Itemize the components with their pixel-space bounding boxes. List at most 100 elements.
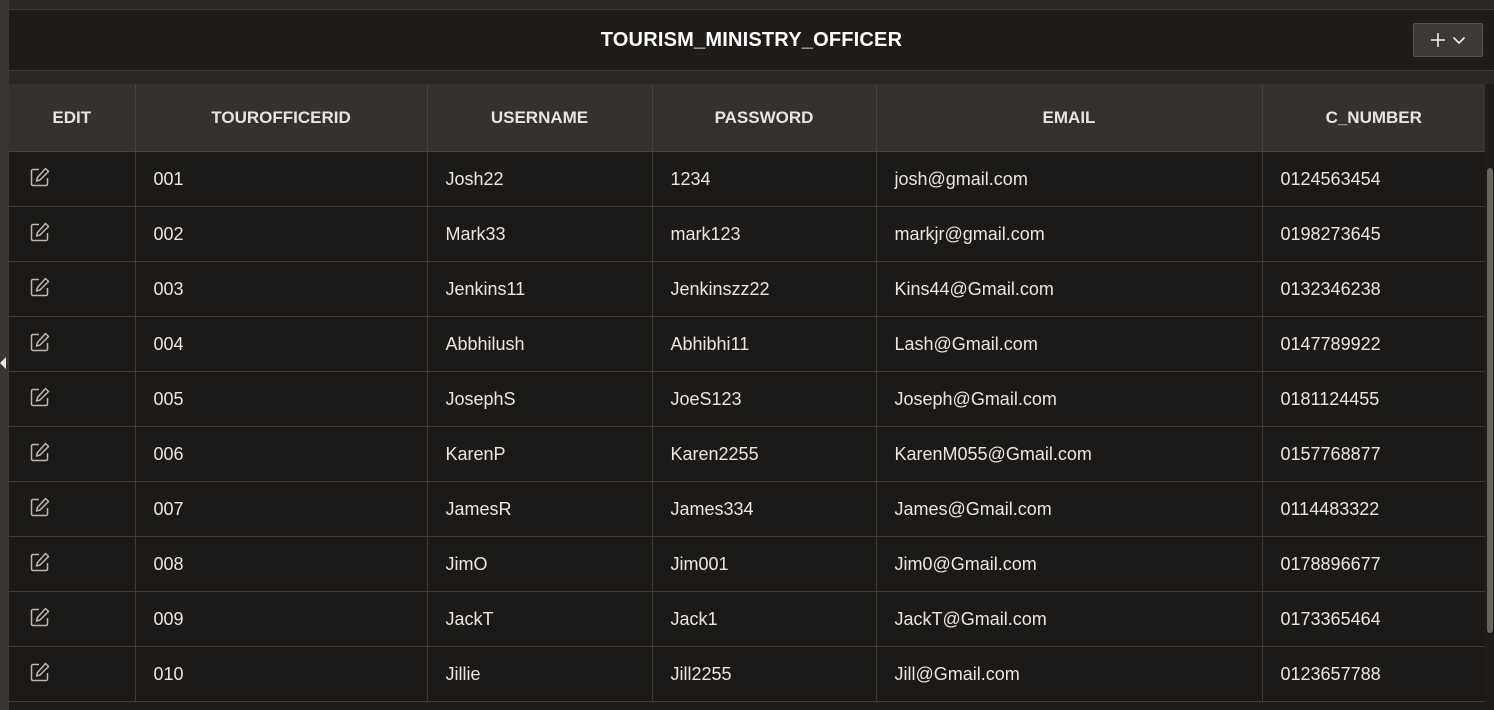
edit-icon[interactable]: [29, 606, 51, 628]
c-number-cell: 0181124455: [1262, 371, 1485, 427]
column-header-username[interactable]: USERNAME: [427, 84, 653, 152]
password-cell: James334: [652, 481, 877, 537]
edit-cell: [9, 206, 136, 262]
password-cell: Abhibhi11: [652, 316, 877, 372]
password-cell: Karen2255: [652, 426, 877, 482]
username-cell: JamesR: [427, 481, 653, 537]
edit-cell: [9, 646, 136, 702]
column-header-email[interactable]: EMAIL: [876, 84, 1263, 152]
edit-cell: [9, 536, 136, 592]
add-row-menu-button[interactable]: [1413, 23, 1483, 57]
tourofficerid-cell: 002: [135, 206, 428, 262]
officer-table: EDIT TOUROFFICERID USERNAME PASSWORD EMAIL C_…: [9, 84, 1485, 702]
table-row: 005 JosephS JoeS123 Joseph@Gmail.com 0181124…: [9, 371, 1485, 427]
tourofficerid-cell: 001: [135, 151, 428, 207]
c-number-cell: 0123657788: [1262, 646, 1485, 702]
username-cell: KarenP: [427, 426, 653, 482]
table-row: 003 Jenkins11 Jenkinszz22 Kins44@Gmail.com 0…: [9, 261, 1485, 317]
column-header-tourofficerid[interactable]: TOUROFFICERID: [135, 84, 428, 152]
edit-icon[interactable]: [29, 331, 51, 353]
edit-icon[interactable]: [29, 221, 51, 243]
table-header-row: EDIT TOUROFFICERID USERNAME PASSWORD EMAIL C_…: [9, 84, 1485, 152]
email-cell: Lash@Gmail.com: [876, 316, 1263, 372]
tourofficerid-cell: 003: [135, 261, 428, 317]
c-number-cell: 0124563454: [1262, 151, 1485, 207]
edit-cell: [9, 426, 136, 482]
password-cell: mark123: [652, 206, 877, 262]
username-cell: Jillie: [427, 646, 653, 702]
app-window: TOURISM_MINISTRY_OFFICER EDIT TOUROFFICE…: [0, 0, 1494, 710]
tourofficerid-cell: 007: [135, 481, 428, 537]
password-cell: Jack1: [652, 591, 877, 647]
edit-icon[interactable]: [29, 441, 51, 463]
c-number-cell: 0147789922: [1262, 316, 1485, 372]
email-cell: JackT@Gmail.com: [876, 591, 1263, 647]
table-row: 007 JamesR James334 James@Gmail.com 01144833…: [9, 481, 1485, 537]
edit-icon[interactable]: [29, 386, 51, 408]
username-cell: Jenkins11: [427, 261, 653, 317]
edit-cell: [9, 151, 136, 207]
tourofficerid-cell: 004: [135, 316, 428, 372]
username-cell: JimO: [427, 536, 653, 592]
email-cell: Joseph@Gmail.com: [876, 371, 1263, 427]
c-number-cell: 0157768877: [1262, 426, 1485, 482]
c-number-cell: 0198273645: [1262, 206, 1485, 262]
email-cell: Jim0@Gmail.com: [876, 536, 1263, 592]
region-header: TOURISM_MINISTRY_OFFICER: [9, 10, 1494, 71]
plus-icon: [1431, 33, 1445, 47]
table-row: 006 KarenP Karen2255 KarenM055@Gmail.com 015…: [9, 426, 1485, 482]
edit-cell: [9, 371, 136, 427]
table-row: 008 JimO Jim001 Jim0@Gmail.com 0178896677: [9, 536, 1485, 592]
c-number-cell: 0132346238: [1262, 261, 1485, 317]
email-cell: markjr@gmail.com: [876, 206, 1263, 262]
password-cell: Jim001: [652, 536, 877, 592]
edit-icon[interactable]: [29, 496, 51, 518]
column-header-c-number[interactable]: C_NUMBER: [1262, 84, 1485, 152]
table-row: 010 Jillie Jill2255 Jill@Gmail.com 012365778…: [9, 646, 1485, 702]
header-spacer: [9, 71, 1494, 84]
tourofficerid-cell: 009: [135, 591, 428, 647]
tourofficerid-cell: 005: [135, 371, 428, 427]
c-number-cell: 0114483322: [1262, 481, 1485, 537]
tourofficerid-cell: 008: [135, 536, 428, 592]
password-cell: Jill2255: [652, 646, 877, 702]
email-cell: KarenM055@Gmail.com: [876, 426, 1263, 482]
table-row: 002 Mark33 mark123 markjr@gmail.com 01982736…: [9, 206, 1485, 262]
username-cell: JackT: [427, 591, 653, 647]
password-cell: 1234: [652, 151, 877, 207]
password-cell: JoeS123: [652, 371, 877, 427]
edit-cell: [9, 316, 136, 372]
column-header-edit[interactable]: EDIT: [9, 84, 136, 152]
edit-icon[interactable]: [29, 166, 51, 188]
username-cell: Josh22: [427, 151, 653, 207]
email-cell: Kins44@Gmail.com: [876, 261, 1263, 317]
edit-icon[interactable]: [29, 276, 51, 298]
interactive-report-region: TOURISM_MINISTRY_OFFICER EDIT TOUROFFICE…: [9, 9, 1494, 710]
collapse-arrow-icon[interactable]: [0, 357, 6, 369]
tourofficerid-cell: 010: [135, 646, 428, 702]
left-sidebar-edge: [0, 0, 9, 710]
username-cell: Mark33: [427, 206, 653, 262]
username-cell: Abbhilush: [427, 316, 653, 372]
edit-icon[interactable]: [29, 661, 51, 683]
column-header-password[interactable]: PASSWORD: [652, 84, 877, 152]
c-number-cell: 0178896677: [1262, 536, 1485, 592]
username-cell: JosephS: [427, 371, 653, 427]
edit-cell: [9, 591, 136, 647]
table-row: 009 JackT Jack1 JackT@Gmail.com 0173365464: [9, 591, 1485, 647]
tourofficerid-cell: 006: [135, 426, 428, 482]
email-cell: josh@gmail.com: [876, 151, 1263, 207]
table-row: 001 Josh22 1234 josh@gmail.com 0124563454: [9, 151, 1485, 207]
scrollbar-thumb[interactable]: [1487, 168, 1493, 633]
chevron-down-icon: [1452, 36, 1466, 45]
vertical-scrollbar[interactable]: [1485, 160, 1494, 710]
c-number-cell: 0173365464: [1262, 591, 1485, 647]
edit-cell: [9, 481, 136, 537]
email-cell: James@Gmail.com: [876, 481, 1263, 537]
password-cell: Jenkinszz22: [652, 261, 877, 317]
region-title: TOURISM_MINISTRY_OFFICER: [600, 29, 903, 51]
edit-cell: [9, 261, 136, 317]
edit-icon[interactable]: [29, 551, 51, 573]
email-cell: Jill@Gmail.com: [876, 646, 1263, 702]
table-row: 004 Abbhilush Abhibhi11 Lash@Gmail.com 01477…: [9, 316, 1485, 372]
